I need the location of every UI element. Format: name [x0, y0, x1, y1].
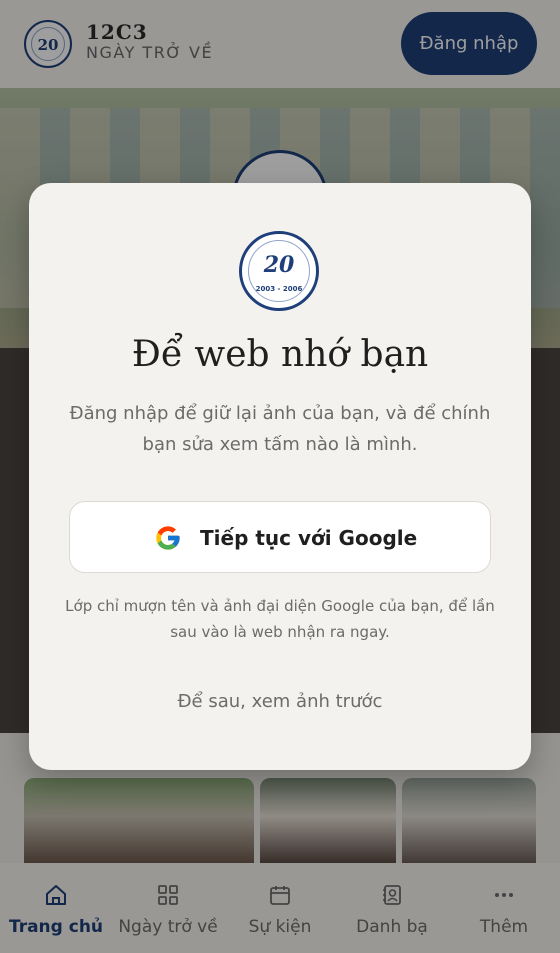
- google-button-label: Tiếp tục với Google: [200, 526, 418, 550]
- google-signin-button[interactable]: Tiếp tục với Google: [69, 501, 491, 573]
- google-icon: [156, 526, 180, 550]
- anniversary-logo: 20 2003 - 2006: [239, 231, 319, 311]
- login-modal: 20 2003 - 2006 Để web nhớ bạn Đăng nhập …: [29, 183, 531, 770]
- modal-description: Đăng nhập để giữ lại ảnh của bạn, và để …: [69, 403, 491, 455]
- skip-login-link[interactable]: Để sau, xem ảnh trước: [29, 693, 531, 711]
- logo-years: 2003 - 2006: [255, 285, 303, 293]
- privacy-note: Lớp chỉ mượn tên và ảnh đại diện Google …: [65, 597, 495, 642]
- logo-number: 20: [263, 252, 295, 278]
- modal-title: Để web nhớ bạn: [131, 334, 429, 375]
